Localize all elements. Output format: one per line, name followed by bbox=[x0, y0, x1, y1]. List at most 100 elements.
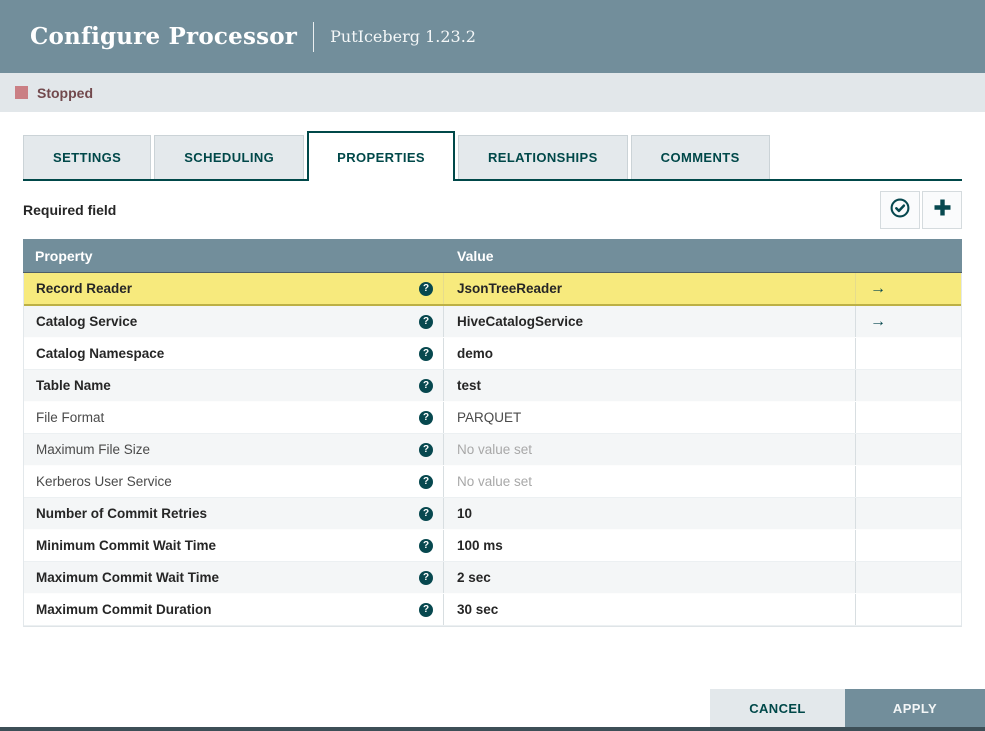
verify-properties-button[interactable] bbox=[880, 191, 920, 229]
help-icon[interactable]: ? bbox=[419, 378, 433, 393]
tab-label: COMMENTS bbox=[660, 150, 740, 165]
goto-arrow-icon[interactable]: → bbox=[870, 280, 886, 297]
help-icon[interactable]: ? bbox=[419, 346, 433, 361]
property-name: Minimum Commit Wait Time bbox=[36, 538, 217, 553]
property-name: Record Reader bbox=[36, 281, 133, 296]
table-row[interactable]: Maximum File Size? No value set bbox=[24, 434, 961, 466]
property-value: test bbox=[457, 378, 482, 393]
goto-cell bbox=[856, 402, 961, 433]
help-icon[interactable]: ? bbox=[419, 474, 433, 489]
dialog-body: SETTINGS SCHEDULING PROPERTIES RELATIONSHIP… bbox=[0, 131, 985, 627]
property-cell: Table Name? bbox=[24, 370, 444, 401]
table-row[interactable]: File Format? PARQUET bbox=[24, 402, 961, 434]
property-cell: Catalog Namespace? bbox=[24, 338, 444, 369]
tab-label: RELATIONSHIPS bbox=[487, 150, 598, 165]
property-name: Catalog Service bbox=[36, 314, 138, 329]
property-name: Maximum Commit Wait Time bbox=[36, 570, 220, 585]
tab-properties[interactable]: PROPERTIES bbox=[307, 131, 455, 181]
property-name: Table Name bbox=[36, 378, 111, 393]
goto-cell bbox=[856, 562, 961, 593]
property-value: 2 sec bbox=[457, 570, 491, 585]
property-name: Maximum Commit Duration bbox=[36, 602, 212, 617]
goto-arrow-icon[interactable]: → bbox=[870, 313, 886, 330]
table-row[interactable]: Catalog Namespace? demo bbox=[24, 338, 961, 370]
value-cell[interactable]: HiveCatalogService bbox=[444, 306, 856, 337]
help-icon[interactable]: ? bbox=[419, 281, 433, 296]
value-cell[interactable]: JsonTreeReader bbox=[444, 273, 856, 304]
tab-label: SETTINGS bbox=[53, 150, 122, 165]
table-row[interactable]: Record Reader? JsonTreeReader → bbox=[24, 273, 961, 306]
check-circle-icon bbox=[889, 197, 911, 224]
status-bar: Stopped bbox=[0, 73, 985, 112]
tab-bar: SETTINGS SCHEDULING PROPERTIES RELATIONSHIP… bbox=[23, 131, 962, 181]
property-value: JsonTreeReader bbox=[457, 281, 563, 296]
help-icon[interactable]: ? bbox=[419, 602, 433, 617]
dialog-title: Configure Processor bbox=[30, 23, 298, 50]
tab-label: PROPERTIES bbox=[337, 149, 425, 165]
help-icon[interactable]: ? bbox=[419, 506, 433, 521]
property-value: 10 bbox=[457, 506, 473, 521]
table-header: Property Value bbox=[23, 239, 962, 273]
status-label: Stopped bbox=[37, 84, 93, 101]
table-row[interactable]: Maximum Commit Duration? 30 sec bbox=[24, 594, 961, 626]
add-property-button[interactable] bbox=[922, 191, 962, 229]
property-name: Catalog Namespace bbox=[36, 346, 165, 361]
property-cell: Maximum Commit Wait Time? bbox=[24, 562, 444, 593]
goto-cell: → bbox=[856, 306, 961, 337]
goto-cell bbox=[856, 434, 961, 465]
value-cell[interactable]: 30 sec bbox=[444, 594, 856, 625]
property-cell: Number of Commit Retries? bbox=[24, 498, 444, 529]
tab-comments[interactable]: COMMENTS bbox=[630, 135, 770, 179]
cancel-button[interactable]: CANCEL bbox=[710, 689, 845, 727]
table-row[interactable]: Kerberos User Service? No value set bbox=[24, 466, 961, 498]
goto-cell bbox=[856, 370, 961, 401]
property-value: No value set bbox=[457, 474, 533, 489]
tab-label: SCHEDULING bbox=[184, 150, 275, 165]
table-row[interactable]: Maximum Commit Wait Time? 2 sec bbox=[24, 562, 961, 594]
property-name: File Format bbox=[36, 410, 105, 425]
value-cell[interactable]: 2 sec bbox=[444, 562, 856, 593]
apply-button[interactable]: APPLY bbox=[845, 689, 985, 727]
table-row[interactable]: Table Name? test bbox=[24, 370, 961, 402]
help-icon[interactable]: ? bbox=[419, 570, 433, 585]
property-cell: Record Reader? bbox=[24, 273, 444, 304]
value-cell[interactable]: PARQUET bbox=[444, 402, 856, 433]
property-name: Number of Commit Retries bbox=[36, 506, 208, 521]
tab-settings[interactable]: SETTINGS bbox=[23, 135, 152, 179]
help-icon[interactable]: ? bbox=[419, 314, 433, 329]
property-value: 100 ms bbox=[457, 538, 503, 553]
goto-cell bbox=[856, 338, 961, 369]
stopped-square-icon bbox=[15, 86, 28, 99]
property-value: HiveCatalogService bbox=[457, 314, 584, 329]
toolbar-buttons bbox=[880, 191, 962, 229]
properties-toolbar: Required field bbox=[23, 181, 962, 239]
goto-cell bbox=[856, 594, 961, 625]
required-field-label: Required field bbox=[23, 202, 117, 218]
help-icon[interactable]: ? bbox=[419, 538, 433, 553]
property-cell: Kerberos User Service? bbox=[24, 466, 444, 497]
property-value: No value set bbox=[457, 442, 533, 457]
goto-cell bbox=[856, 466, 961, 497]
property-cell: Minimum Commit Wait Time? bbox=[24, 530, 444, 561]
property-cell: Catalog Service? bbox=[24, 306, 444, 337]
value-cell[interactable]: test bbox=[444, 370, 856, 401]
properties-table: Property Value Record Reader? JsonTreeRea… bbox=[23, 239, 962, 627]
value-cell[interactable]: No value set bbox=[444, 466, 856, 497]
help-icon[interactable]: ? bbox=[419, 442, 433, 457]
title-divider bbox=[313, 21, 315, 52]
help-icon[interactable]: ? bbox=[419, 410, 433, 425]
property-name: Maximum File Size bbox=[36, 442, 151, 457]
tab-relationships[interactable]: RELATIONSHIPS bbox=[457, 135, 628, 179]
table-row[interactable]: Minimum Commit Wait Time? 100 ms bbox=[24, 530, 961, 562]
value-cell[interactable]: 100 ms bbox=[444, 530, 856, 561]
value-cell[interactable]: demo bbox=[444, 338, 856, 369]
goto-cell: → bbox=[856, 273, 961, 304]
table-row[interactable]: Catalog Service? HiveCatalogService → bbox=[24, 306, 961, 338]
value-cell[interactable]: 10 bbox=[444, 498, 856, 529]
tab-scheduling[interactable]: SCHEDULING bbox=[154, 135, 305, 179]
table-row[interactable]: Number of Commit Retries? 10 bbox=[24, 498, 961, 530]
dialog-header: Configure Processor PutIceberg 1.23.2 bbox=[0, 0, 985, 73]
property-value: demo bbox=[457, 346, 494, 361]
value-cell[interactable]: No value set bbox=[444, 434, 856, 465]
property-cell: Maximum Commit Duration? bbox=[24, 594, 444, 625]
